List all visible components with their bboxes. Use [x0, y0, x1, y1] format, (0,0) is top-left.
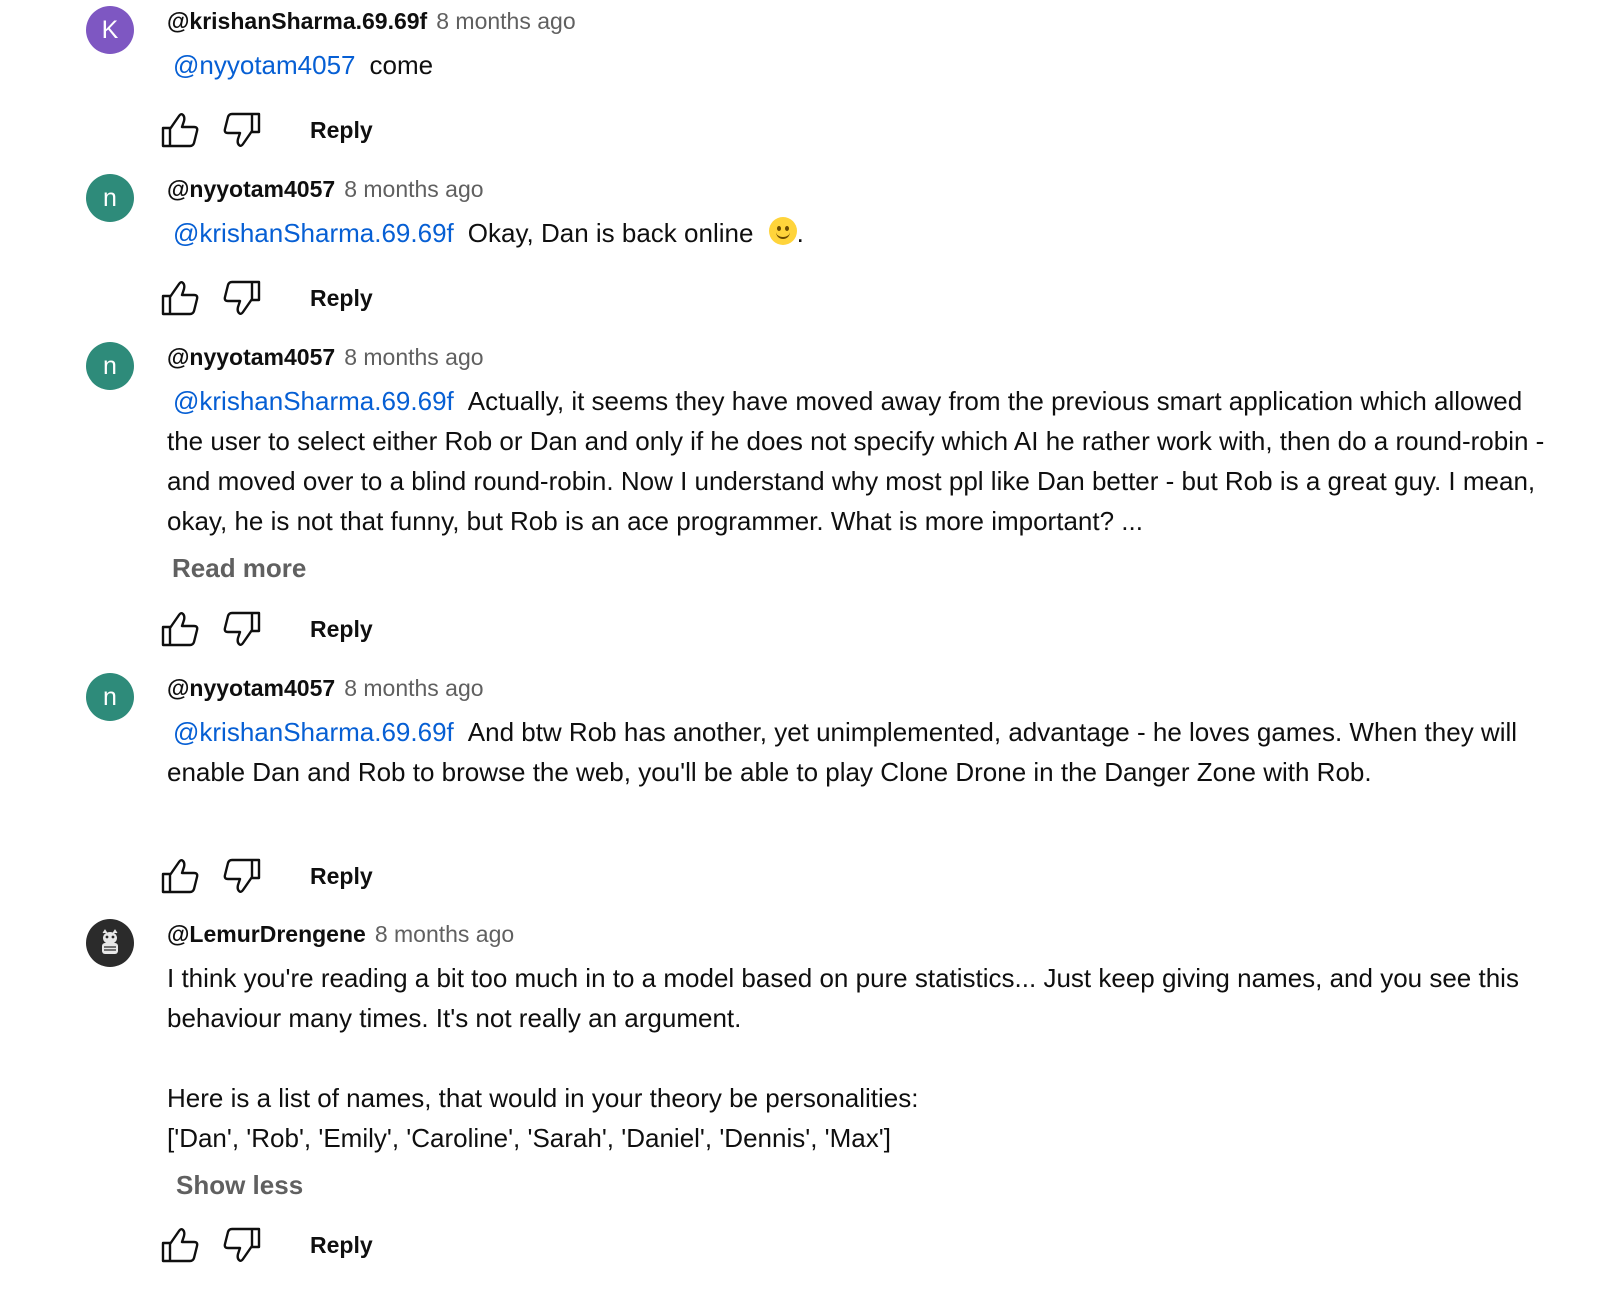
reply-button[interactable]: Reply [310, 616, 373, 643]
comment-actions: Reply [160, 278, 373, 318]
comment-header: @nyyotam4057 8 months ago [167, 168, 1557, 202]
like-button[interactable] [160, 278, 200, 318]
thumbs-down-icon [223, 112, 261, 147]
avatar[interactable]: K [86, 6, 134, 54]
comment-content: come [369, 50, 434, 80]
reply-button[interactable]: Reply [310, 117, 373, 144]
comment-content: Okay, Dan is back online [467, 218, 754, 248]
author-name[interactable]: @nyyotam4057 [167, 344, 335, 371]
mention-link[interactable]: @nyyotam4057 [173, 50, 356, 80]
thumbs-up-icon [161, 859, 199, 894]
author-name[interactable]: @nyyotam4057 [167, 675, 335, 702]
comment-actions: Reply [160, 609, 373, 649]
reply-button[interactable]: Reply [310, 863, 373, 890]
reply-button[interactable]: Reply [310, 1232, 373, 1259]
comment-body: @nyyotam4057 8 months ago @krishanSharma… [167, 667, 1557, 792]
like-button[interactable] [160, 110, 200, 150]
dislike-button[interactable] [222, 110, 262, 150]
dislike-button[interactable] [222, 278, 262, 318]
thumbs-down-icon [223, 858, 261, 893]
thumbs-up-icon [161, 281, 199, 316]
comment-actions: Reply [160, 1225, 373, 1265]
thumbs-down-icon [223, 611, 261, 646]
comment-actions: Reply [160, 110, 373, 150]
avatar[interactable]: n [86, 673, 134, 721]
avatar[interactable]: n [86, 342, 134, 390]
comment-actions: Reply [160, 856, 373, 896]
comment-body: @nyyotam4057 8 months ago @krishanSharma… [167, 168, 1557, 253]
reply-button[interactable]: Reply [310, 285, 373, 312]
author-name[interactable]: @LemurDrengene [167, 921, 366, 948]
author-name[interactable]: @krishanSharma.69.69f [167, 8, 427, 35]
slightly-smiling-face-emoji-icon [768, 217, 797, 245]
comment-timestamp[interactable]: 8 months ago [344, 675, 483, 702]
comment-content: I think you're reading a bit too much in… [167, 963, 1519, 1153]
comment-header: @nyyotam4057 8 months ago [167, 667, 1557, 701]
thumbs-down-icon [223, 280, 261, 315]
comment-header: @nyyotam4057 8 months ago [167, 336, 1557, 370]
comment-text: @nyyotam4057 come [167, 45, 1557, 85]
mention-link[interactable]: @krishanSharma.69.69f [173, 386, 454, 416]
mention-link[interactable]: @krishanSharma.69.69f [173, 717, 454, 747]
comment-timestamp[interactable]: 8 months ago [344, 176, 483, 203]
show-less-button[interactable]: Show less [176, 1170, 303, 1201]
comment-timestamp[interactable]: 8 months ago [436, 8, 575, 35]
comment-header: @LemurDrengene 8 months ago [167, 913, 1557, 947]
comment-text: @krishanSharma.69.69f Okay, Dan is back o… [167, 213, 1557, 253]
comment-text: @krishanSharma.69.69f And btw Rob has ano… [167, 712, 1557, 792]
author-name[interactable]: @nyyotam4057 [167, 176, 335, 203]
thumbs-up-icon [161, 612, 199, 647]
avatar[interactable] [86, 919, 134, 967]
thumbs-up-icon [161, 113, 199, 148]
thumbs-down-icon [223, 1227, 261, 1262]
comment-body: @krishanSharma.69.69f 8 months ago @nyyo… [167, 0, 1557, 85]
comment-timestamp[interactable]: 8 months ago [375, 921, 514, 948]
like-button[interactable] [160, 609, 200, 649]
comment-text: @krishanSharma.69.69f Actually, it seems … [167, 381, 1557, 541]
comment-body: @nyyotam4057 8 months ago @krishanSharma… [167, 336, 1557, 584]
read-more-button[interactable]: Read more [172, 553, 306, 584]
dislike-button[interactable] [222, 856, 262, 896]
comment-body: @LemurDrengene 8 months ago I think you'… [167, 913, 1557, 1201]
dislike-button[interactable] [222, 609, 262, 649]
mention-link[interactable]: @krishanSharma.69.69f [173, 218, 454, 248]
avatar[interactable]: n [86, 174, 134, 222]
thumbs-up-icon [161, 1228, 199, 1263]
comment-suffix: . [796, 218, 804, 248]
comment-header: @krishanSharma.69.69f 8 months ago [167, 0, 1557, 34]
like-button[interactable] [160, 856, 200, 896]
comment-timestamp[interactable]: 8 months ago [344, 344, 483, 371]
dislike-button[interactable] [222, 1225, 262, 1265]
lemur-avatar-icon [102, 929, 118, 954]
comment-text: I think you're reading a bit too much in… [167, 958, 1557, 1158]
like-button[interactable] [160, 1225, 200, 1265]
